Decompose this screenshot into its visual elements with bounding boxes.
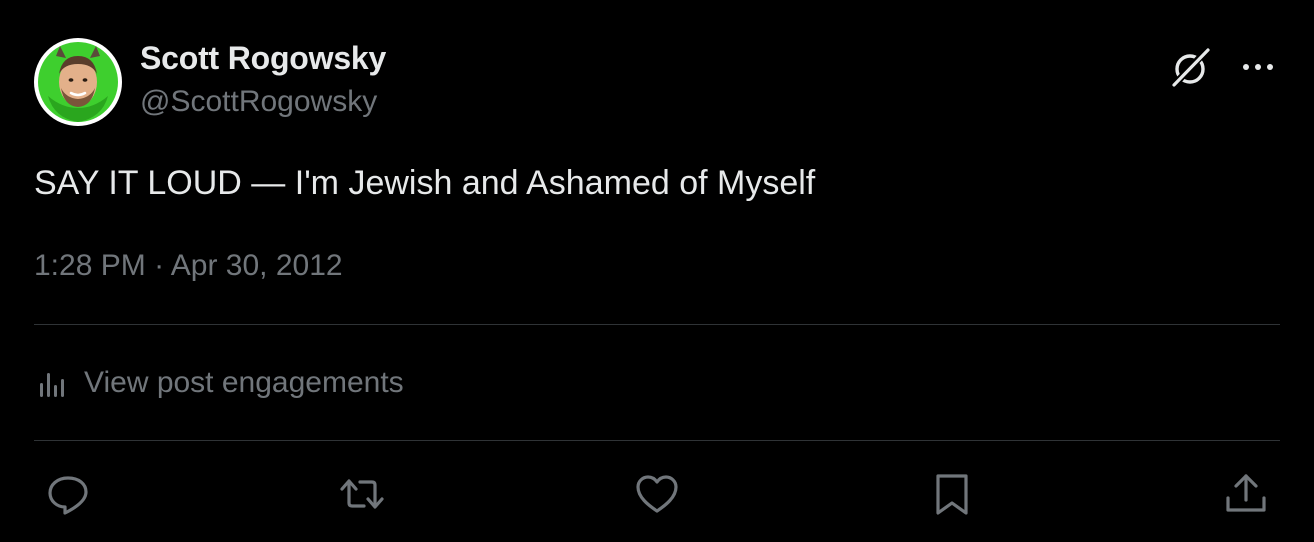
- reply-button[interactable]: [44, 470, 92, 518]
- divider-bottom: [34, 440, 1280, 441]
- like-button[interactable]: [633, 470, 681, 518]
- repost-button[interactable]: [338, 470, 386, 518]
- post-timestamp: 1:28 PM · Apr 30, 2012: [34, 246, 343, 286]
- heart-icon: [636, 475, 678, 513]
- post-date[interactable]: Apr 30, 2012: [171, 249, 343, 282]
- reply-icon: [48, 476, 88, 515]
- more-horizontal-icon: [1243, 64, 1273, 70]
- repost-icon: [340, 479, 384, 509]
- more-button[interactable]: [1238, 52, 1278, 82]
- view-engagements-link[interactable]: View post engagements: [34, 362, 404, 404]
- timestamp-separator: ·: [154, 249, 165, 282]
- bookmark-icon: [936, 474, 968, 515]
- post-time[interactable]: 1:28 PM: [34, 249, 146, 282]
- share-icon: [1226, 474, 1266, 512]
- avatar[interactable]: [34, 38, 122, 126]
- author-display-name[interactable]: Scott Rogowsky: [140, 40, 386, 77]
- view-engagements-label: View post engagements: [84, 366, 404, 399]
- grok-icon: [1172, 47, 1210, 87]
- analytics-icon: [40, 373, 64, 397]
- bookmark-button[interactable]: [928, 470, 976, 518]
- avatar-image: [34, 38, 122, 126]
- author-handle[interactable]: @ScottRogowsky: [140, 85, 377, 119]
- divider-top: [34, 324, 1280, 325]
- post-text: SAY IT LOUD — I'm Jewish and Ashamed of …: [34, 164, 816, 202]
- grok-button[interactable]: [1168, 45, 1214, 91]
- share-button[interactable]: [1222, 470, 1270, 518]
